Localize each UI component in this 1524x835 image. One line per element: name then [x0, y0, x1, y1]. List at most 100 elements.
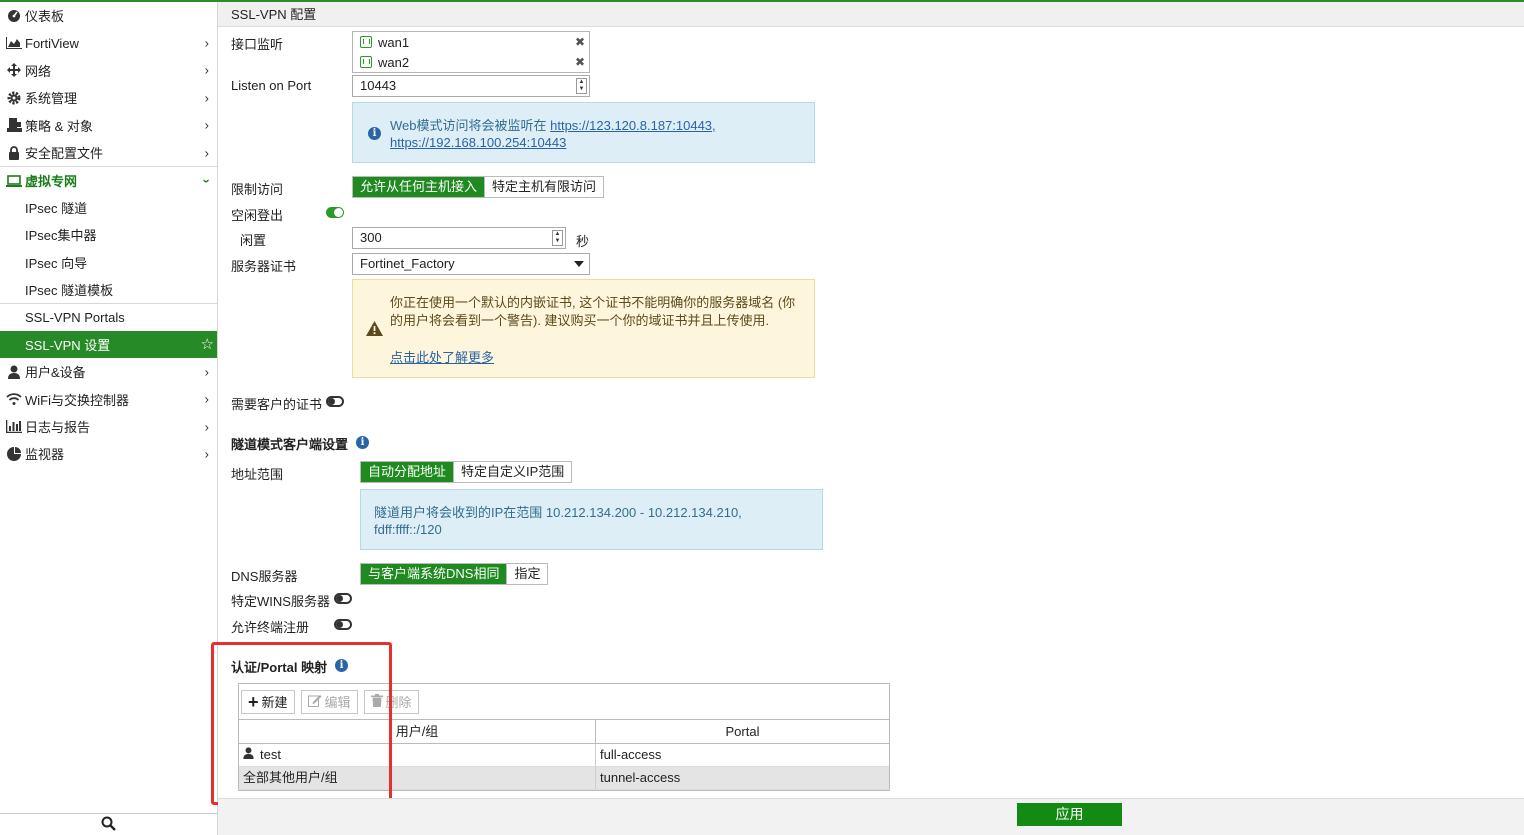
restrict-label: 限制访问 — [231, 182, 284, 197]
footer-bar: 应用 — [218, 798, 1524, 835]
sidebar-item-vpn[interactable]: 虚拟专网 › — [0, 166, 217, 193]
gear-icon — [6, 90, 22, 106]
chevron-right-icon: › — [204, 35, 209, 51]
monitor-icon — [6, 446, 22, 462]
web-url-2[interactable]: https://192.168.100.254:10443 — [390, 135, 566, 150]
remove-icon[interactable]: ✖ — [575, 55, 585, 69]
spinner-icon[interactable]: ▲ ▼ — [552, 230, 563, 246]
port-label: Listen on Port — [231, 78, 312, 93]
sidebar-item-label: IPsec 隧道 — [25, 200, 88, 216]
idle-input[interactable]: 300 ▲ ▼ — [352, 227, 566, 249]
sidebar-item-dashboard[interactable]: 仪表板 — [0, 2, 217, 29]
addr-range-label: 地址范围 — [231, 467, 284, 482]
sidebar-item-label: WiFi与交换控制器 — [25, 392, 129, 408]
port-input[interactable]: 10443 ▲ ▼ — [352, 75, 590, 97]
idle-value: 300 — [360, 230, 382, 245]
page-title: SSL-VPN 配置 — [218, 2, 1524, 27]
interface-name: wan2 — [378, 54, 410, 70]
info-icon: i — [368, 127, 381, 140]
chevron-right-icon: › — [204, 62, 209, 78]
sidebar-item-ssl-vpn-settings[interactable]: SSL-VPN 设置 ☆ — [0, 330, 217, 359]
dns-same-option[interactable]: 与客户端系统DNS相同 — [361, 564, 507, 584]
port-value: 10443 — [360, 78, 397, 93]
sidebar-item-network[interactable]: 网络 › — [0, 57, 217, 84]
addr-auto-option[interactable]: 自动分配地址 — [361, 462, 454, 482]
client-cert-toggle[interactable] — [326, 396, 344, 407]
search-icon[interactable] — [101, 816, 116, 834]
cert-label: 服务器证书 — [231, 259, 297, 274]
web-url-1[interactable]: https://123.120.8.187:10443, — [550, 118, 716, 133]
sidebar-item-ssl-vpn-portals[interactable]: SSL-VPN Portals — [0, 303, 217, 330]
column-header-portal[interactable]: Portal — [596, 720, 889, 743]
sidebar-item-ipsec-tunnels[interactable]: IPsec 隧道 — [0, 194, 217, 221]
sidebar-item-label: 日志与报告 — [25, 420, 91, 436]
idle-logout-toggle[interactable] — [326, 207, 344, 218]
interface-name: wan1 — [378, 34, 410, 50]
sidebar-item-label: 系统管理 — [25, 91, 78, 107]
chevron-right-icon: › — [204, 419, 209, 435]
idle-logout-label: 空闲登出 — [231, 208, 284, 223]
sidebar-search[interactable] — [0, 813, 217, 835]
idle-unit: 秒 — [576, 234, 590, 249]
star-icon[interactable]: ☆ — [201, 335, 214, 353]
apply-button[interactable]: 应用 — [1017, 803, 1122, 826]
sidebar-item-ipsec-wizard[interactable]: IPsec 向导 — [0, 249, 217, 276]
interface-label: 接口监听 — [231, 37, 284, 52]
chevron-right-icon: › — [204, 90, 209, 106]
sidebar-item-ipsec-templates[interactable]: IPsec 隧道模板 — [0, 276, 217, 303]
remove-icon[interactable]: ✖ — [575, 35, 585, 49]
spinner-icon[interactable]: ▲ ▼ — [576, 78, 587, 94]
sidebar-item-label: 安全配置文件 — [25, 146, 104, 162]
endpoint-toggle[interactable] — [334, 619, 352, 630]
network-icon — [6, 62, 22, 78]
port-icon — [360, 56, 372, 68]
web-mode-info: i Web模式访问将会被监听在 https://123.120.8.187:10… — [352, 102, 815, 163]
tunnel-info-line: 隧道用户将会收到的IP在范围 10.212.134.200 - 10.212.1… — [374, 505, 742, 520]
info-icon[interactable]: i — [356, 436, 369, 449]
cell-portal: full-access — [600, 747, 662, 762]
sidebar-item-system[interactable]: 系统管理 › — [0, 84, 217, 111]
sidebar-item-policy[interactable]: 策略 & 对象 › — [0, 112, 217, 139]
sidebar-item-label: 虚拟专网 — [25, 174, 78, 190]
dns-toggle[interactable]: 与客户端系统DNS相同 指定 — [360, 563, 549, 585]
wins-label: 特定WINS服务器 — [231, 594, 330, 609]
sidebar-item-label: 仪表板 — [25, 9, 65, 25]
sidebar-item-fortiview[interactable]: FortiView › — [0, 29, 217, 56]
sidebar-item-label: IPsec 隧道模板 — [25, 283, 114, 299]
warning-icon — [366, 321, 383, 339]
restrict-access-toggle[interactable]: 允许从任何主机接入 特定主机有限访问 — [352, 176, 605, 198]
sidebar-item-wifi-switch[interactable]: WiFi与交换控制器 › — [0, 385, 217, 412]
sidebar-item-monitor[interactable]: 监视器 › — [0, 440, 217, 467]
cert-value: Fortinet_Factory — [360, 256, 455, 271]
warning-text: 你正在使用一个默认的内嵌证书, 这个证书不能明确你的服务器域名 (你的用户将会看… — [390, 295, 796, 328]
addr-range-toggle[interactable]: 自动分配地址 特定自定义IP范围 — [360, 461, 573, 483]
cert-warning: 你正在使用一个默认的内嵌证书, 这个证书不能明确你的服务器域名 (你的用户将会看… — [352, 279, 815, 378]
dns-specify-option[interactable]: 指定 — [506, 564, 548, 584]
interface-item: wan2 ✖ — [353, 52, 589, 72]
sidebar-item-ipsec-concentrator[interactable]: IPsec集中器 — [0, 221, 217, 248]
dns-label: DNS服务器 — [231, 569, 298, 584]
addr-custom-option[interactable]: 特定自定义IP范围 — [453, 462, 572, 482]
sidebar-item-label: SSL-VPN 设置 — [25, 337, 111, 353]
restrict-any-host-option[interactable]: 允许从任何主机接入 — [353, 177, 485, 197]
dashboard-icon — [6, 8, 22, 24]
idle-label: 闲置 — [240, 233, 267, 248]
restrict-specific-hosts-option[interactable]: 特定主机有限访问 — [484, 177, 604, 197]
learn-more-link[interactable]: 点击此处了解更多 — [390, 347, 494, 366]
interface-item: wan1 ✖ — [353, 32, 589, 52]
wins-toggle[interactable] — [334, 593, 352, 604]
chevron-down-icon — [574, 261, 584, 267]
sidebar-item-log-report[interactable]: 日志与报告 › — [0, 413, 217, 440]
interface-list[interactable]: wan1 ✖ wan2 ✖ — [352, 31, 590, 73]
sidebar-item-label: IPsec 向导 — [25, 255, 88, 271]
log-icon — [6, 419, 22, 435]
sidebar-item-security-profiles[interactable]: 安全配置文件 › — [0, 139, 217, 166]
sidebar-item-label: 监视器 — [25, 447, 65, 463]
sidebar-item-user-device[interactable]: 用户&设备 › — [0, 358, 217, 385]
chevron-right-icon: › — [204, 364, 209, 380]
sidebar-item-label: 策略 & 对象 — [25, 118, 93, 134]
wifi-icon — [6, 391, 22, 407]
cert-select[interactable]: Fortinet_Factory — [352, 253, 590, 275]
tunnel-info-line: fdff:ffff::/120 — [374, 522, 442, 537]
sidebar-item-label: FortiView — [25, 35, 79, 51]
